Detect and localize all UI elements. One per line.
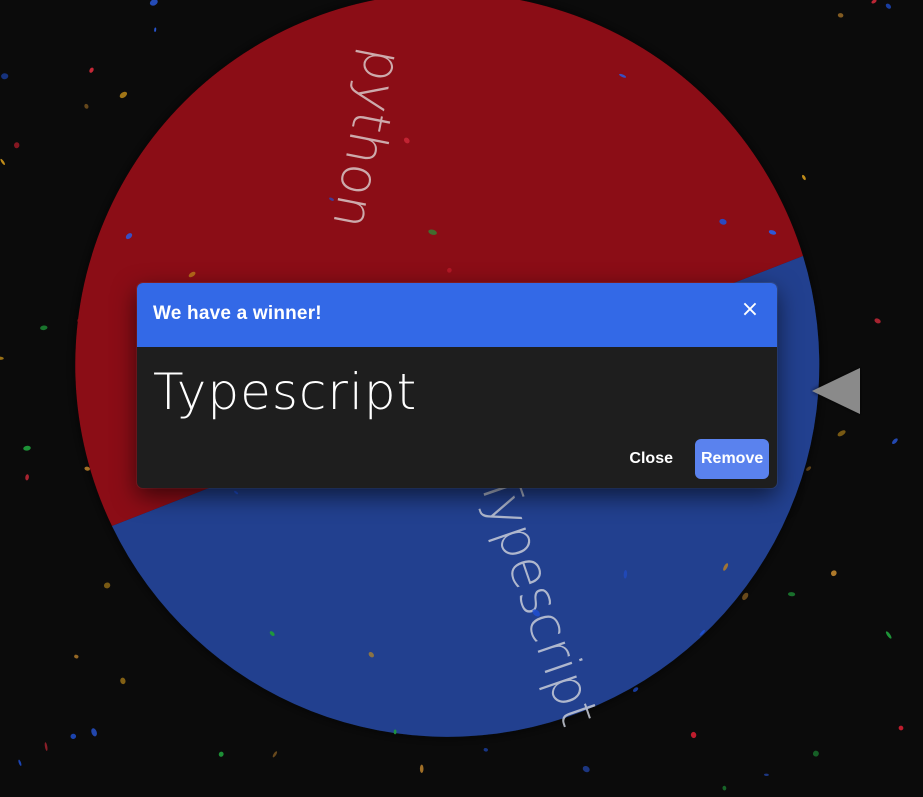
dialog-body: Typescript Close Remove bbox=[137, 347, 777, 488]
confetti-piece bbox=[830, 570, 837, 577]
confetti-piece bbox=[103, 582, 111, 589]
dialog-title: We have a winner! bbox=[153, 303, 322, 324]
triangle-left-icon bbox=[812, 368, 860, 414]
winner-name: Typescript bbox=[153, 363, 418, 421]
confetti-piece bbox=[764, 773, 769, 777]
confetti-piece bbox=[898, 725, 904, 731]
close-icon[interactable]: × bbox=[737, 297, 763, 323]
remove-button[interactable]: Remove bbox=[695, 439, 769, 479]
confetti-piece bbox=[1, 73, 9, 80]
confetti-piece bbox=[871, 0, 877, 4]
confetti-piece bbox=[802, 174, 806, 181]
confetti-piece bbox=[722, 785, 727, 791]
confetti-piece bbox=[0, 158, 5, 165]
close-button[interactable]: Close bbox=[621, 439, 681, 479]
confetti-piece bbox=[742, 592, 749, 601]
winner-dialog: We have a winner! × Typescript Close Rem… bbox=[137, 283, 777, 488]
dialog-header: We have a winner! × bbox=[137, 283, 777, 347]
wheel-stage: python Typescript We have a winner! × Ty… bbox=[0, 0, 923, 797]
confetti-piece bbox=[874, 318, 881, 324]
confetti-piece bbox=[84, 466, 90, 471]
confetti-piece bbox=[120, 677, 126, 685]
confetti-piece bbox=[119, 91, 128, 99]
confetti-piece bbox=[582, 765, 590, 773]
confetti-piece bbox=[91, 728, 97, 737]
confetti-piece bbox=[885, 3, 891, 9]
confetti-piece bbox=[74, 654, 79, 659]
